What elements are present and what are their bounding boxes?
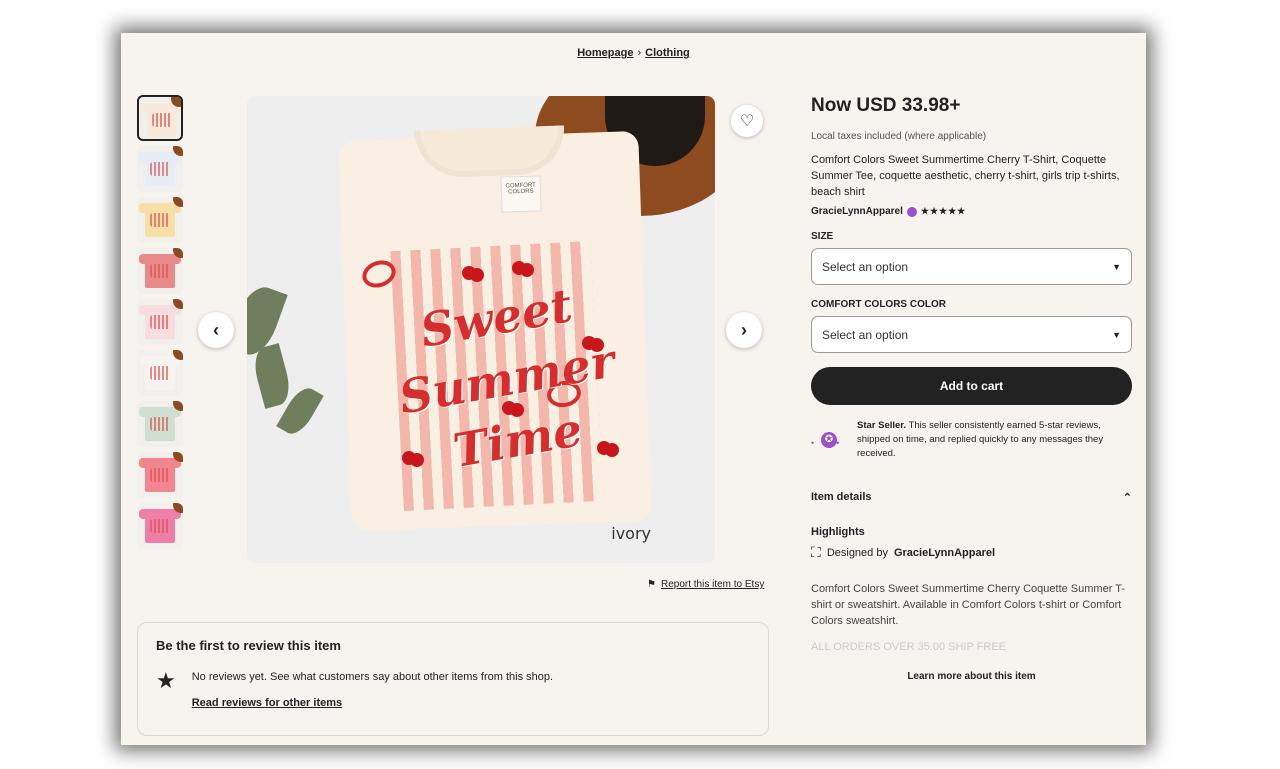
heart-icon: ♡	[739, 113, 755, 130]
page-frame: Homepage › Clothing COMFORT COLORS Sweet S…	[121, 33, 1146, 745]
add-to-cart-button[interactable]: Add to cart	[811, 367, 1132, 405]
designed-by-row: ⛶ Designed by GracieLynnApparel	[811, 544, 1132, 561]
chevron-left-icon: ‹	[213, 319, 219, 340]
learn-more-button[interactable]: Learn more about this item	[811, 671, 1132, 682]
favorite-button[interactable]: ♡	[731, 105, 763, 137]
caret-down-icon: ▼	[1112, 329, 1121, 340]
thumbnail-print	[150, 417, 170, 431]
seller-row: GracieLynnApparel ★★★★★	[811, 206, 1132, 217]
chevron-right-icon: ›	[741, 319, 747, 340]
previous-image-button[interactable]: ‹	[198, 312, 234, 348]
product-title: Comfort Colors Sweet Summertime Cherry T…	[811, 154, 1120, 198]
product-info-panel: Now USD 33.98+ Local taxes included (whe…	[811, 95, 1132, 682]
reviews-section: Be the first to review this item ★ No re…	[137, 622, 769, 736]
seller-name-link[interactable]: GracieLynnApparel	[811, 206, 903, 217]
size-select-value: Select an option	[822, 259, 909, 274]
designed-by-prefix: Designed by	[826, 546, 888, 559]
thumbnail-9[interactable]	[137, 503, 183, 549]
star-seller-badge-icon	[906, 206, 917, 217]
caret-down-icon: ▼	[1112, 261, 1121, 272]
star-seller-info: •• ✪ Star Seller. This seller consistent…	[811, 419, 1132, 461]
star-seller-text: Star Seller. This seller consistently ea…	[857, 419, 1132, 461]
thumbnail-print	[152, 113, 172, 127]
item-details-label: Item details	[811, 491, 872, 503]
main-product-image: COMFORT COLORS Sweet Summer Time ivory	[247, 96, 715, 563]
thumbnail-4[interactable]	[137, 248, 183, 294]
thumbnail-print	[150, 264, 170, 278]
thumbnail-6[interactable]	[137, 350, 183, 396]
breadcrumb: Homepage › Clothing	[121, 47, 1146, 59]
thumbnail-1[interactable]	[137, 95, 183, 141]
next-image-button[interactable]: ›	[726, 312, 762, 348]
reviews-text-block: No reviews yet. See what customers say a…	[192, 670, 553, 710]
breadcrumb-category-link[interactable]: Clothing	[645, 47, 690, 59]
star-icon: ★	[156, 668, 176, 693]
thumbnail-strip	[137, 95, 185, 565]
thumbnail-print	[150, 213, 170, 227]
size-select[interactable]: Select an option ▼	[811, 248, 1132, 285]
breadcrumb-separator: ›	[637, 47, 642, 59]
thumbnail-8[interactable]	[137, 452, 183, 498]
thumbnail-print	[150, 519, 170, 533]
color-select[interactable]: Select an option ▼	[811, 316, 1132, 353]
thumbnail-5[interactable]	[137, 299, 183, 345]
star-seller-icon: •• ✪	[811, 422, 847, 458]
color-select-value: Select an option	[822, 327, 909, 342]
thumbnail-3[interactable]	[137, 197, 183, 243]
thumbnail-print	[150, 315, 170, 329]
designer-icon: ⛶	[811, 544, 821, 560]
breadcrumb-home-link[interactable]: Homepage	[577, 47, 633, 59]
leaf-decoration	[249, 343, 295, 409]
color-label: COMFORT COLORS COLOR	[811, 299, 946, 310]
thumbnail-print	[150, 162, 170, 176]
tax-note: Local taxes included (where applicable)	[811, 131, 987, 142]
faded-description-line: ALL ORDERS OVER 35.00 SHIP FREE	[811, 641, 1007, 653]
star-seller-heading: Star Seller.	[857, 420, 907, 431]
brand-label-tag: COMFORT COLORS	[500, 175, 542, 213]
seller-rating-stars: ★★★★★	[920, 206, 967, 216]
thumbnail-print	[150, 366, 170, 380]
thumbnail-print	[150, 468, 170, 482]
size-label: SIZE	[811, 231, 834, 242]
report-item-link[interactable]: ⚑ Report this item to Etsy	[647, 579, 764, 590]
reviews-empty-row: ★ No reviews yet. See what customers say…	[156, 670, 553, 710]
cherry-decoration	[462, 266, 476, 280]
thumbnail-7[interactable]	[137, 401, 183, 447]
color-caption: ivory	[611, 524, 651, 543]
cherry-decoration	[512, 261, 526, 275]
highlights-heading: Highlights	[811, 526, 865, 538]
reviews-title: Be the first to review this item	[156, 638, 341, 653]
read-other-reviews-link[interactable]: Read reviews for other items	[192, 696, 553, 710]
item-description: Comfort Colors Sweet Summertime Cherry C…	[811, 583, 1125, 627]
chevron-up-icon: ⌃	[1122, 492, 1132, 504]
report-item-label: Report this item to Etsy	[660, 579, 765, 590]
thumbnail-2[interactable]	[137, 146, 183, 192]
designed-by-name: GracieLynnApparel	[893, 546, 996, 559]
reviews-empty-message: No reviews yet. See what customers say a…	[191, 671, 554, 683]
flag-icon: ⚑	[647, 579, 656, 590]
item-details-toggle[interactable]: Item details ⌃	[811, 491, 1132, 504]
product-price: Now USD 33.98+	[811, 95, 961, 116]
